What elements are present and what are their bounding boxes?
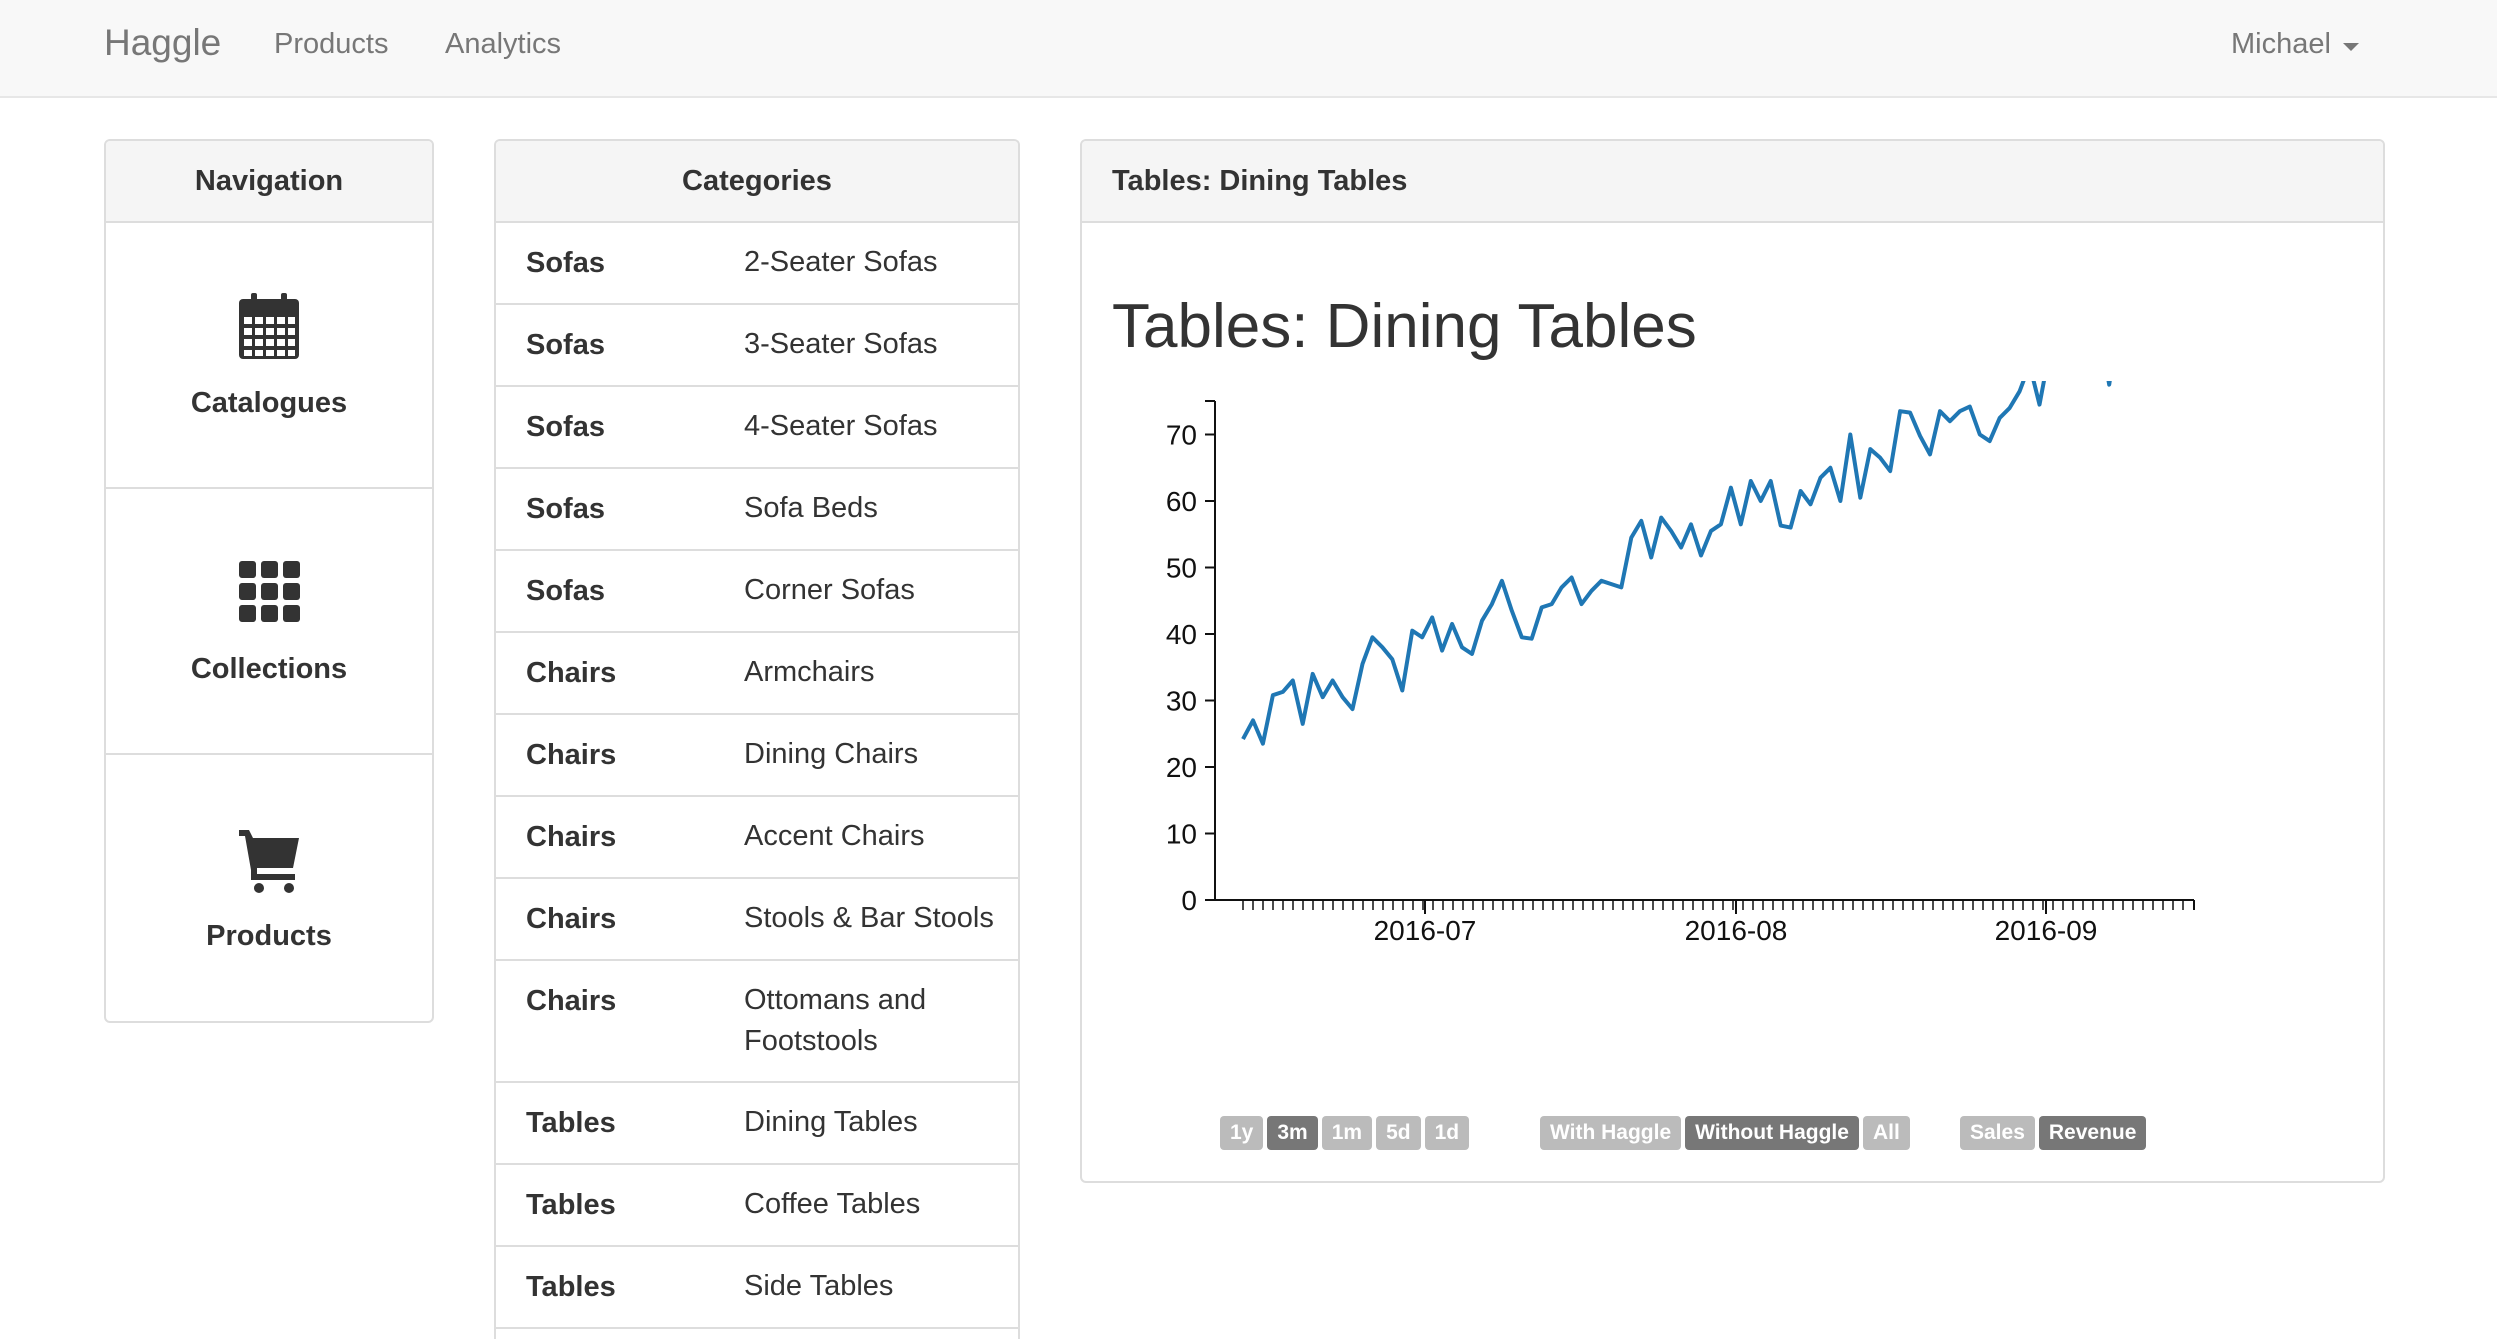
range-button-3m[interactable]: 3m bbox=[1267, 1116, 1318, 1150]
category-group: Chairs bbox=[526, 985, 617, 1017]
range-button-1d[interactable]: 1d bbox=[1424, 1116, 1470, 1150]
category-row[interactable]: Sofas Corner Sofas bbox=[496, 551, 1018, 633]
category-row[interactable]: Tables Dining Tables bbox=[496, 1083, 1018, 1165]
shopping-cart-icon bbox=[239, 829, 299, 893]
categories-list: Sofas 2-Seater Sofas Sofas 3-Seater Sofas … bbox=[496, 223, 1018, 1329]
category-row[interactable]: Chairs Accent Chairs bbox=[496, 797, 1018, 879]
category-name: 3-Seater Sofas bbox=[744, 328, 938, 360]
range-button-group: 1y 3m 1m 5d 1d bbox=[1220, 1116, 1470, 1150]
chart-title: Tables: Dining Tables bbox=[1112, 292, 1697, 361]
nav-item-label: Collections bbox=[190, 652, 348, 685]
category-row[interactable]: Sofas 4-Seater Sofas bbox=[496, 387, 1018, 469]
category-row[interactable]: Chairs Stools & Bar Stools bbox=[496, 879, 1018, 961]
category-group: Sofas bbox=[526, 247, 605, 279]
chart-panel-heading: Tables: Dining Tables bbox=[1082, 141, 2383, 223]
mode-button-without-haggle[interactable]: Without Haggle bbox=[1685, 1116, 1859, 1150]
categories-panel: Categories Sofas 2-Seater Sofas Sofas 3-Se… bbox=[494, 139, 1020, 1339]
nav-item-catalogues[interactable]: Catalogues bbox=[106, 223, 432, 489]
category-row[interactable]: Chairs Dining Chairs bbox=[496, 715, 1018, 797]
grid-icon bbox=[239, 560, 300, 622]
caret-down-icon bbox=[2342, 42, 2359, 51]
category-group: Tables bbox=[526, 1107, 616, 1139]
category-name: Side Tables bbox=[744, 1270, 894, 1302]
category-name: 2-Seater Sofas bbox=[744, 246, 938, 278]
y-tick-label: 40 bbox=[1166, 619, 1197, 650]
top-navbar: Haggle Products Analytics Michael bbox=[0, 0, 2497, 98]
mode-button-group: With Haggle Without Haggle All bbox=[1540, 1116, 1910, 1150]
category-row[interactable]: Sofas 3-Seater Sofas bbox=[496, 305, 1018, 387]
category-name: Corner Sofas bbox=[744, 574, 915, 606]
category-name: Dining Tables bbox=[744, 1106, 918, 1138]
category-name: Stools & Bar Stools bbox=[744, 902, 994, 934]
range-button-1y[interactable]: 1y bbox=[1220, 1116, 1264, 1150]
category-row[interactable]: Chairs Ottomans and Footstools bbox=[496, 961, 1018, 1083]
category-name: Accent Chairs bbox=[744, 820, 925, 852]
chart-panel: Tables: Dining Tables Tables: Dining Tab… bbox=[1080, 139, 2385, 1183]
mode-button-all[interactable]: All bbox=[1862, 1116, 1910, 1150]
y-tick-label: 50 bbox=[1166, 553, 1197, 584]
category-group: Chairs bbox=[526, 657, 617, 689]
category-row[interactable]: Tables Side Tables bbox=[496, 1247, 1018, 1329]
nav-link-products[interactable]: Products bbox=[274, 28, 388, 61]
y-tick-label: 70 bbox=[1166, 420, 1197, 451]
category-group: Sofas bbox=[526, 411, 605, 443]
category-row[interactable]: Sofas 2-Seater Sofas bbox=[496, 223, 1018, 305]
x-tick-label: 2016-08 bbox=[1685, 915, 1788, 946]
x-tick-label: 2016-09 bbox=[1995, 915, 2098, 946]
category-name: Coffee Tables bbox=[744, 1188, 921, 1220]
category-group: Tables bbox=[526, 1189, 616, 1221]
category-row[interactable]: Tables Coffee Tables bbox=[496, 1165, 1018, 1247]
category-name: Dining Chairs bbox=[744, 738, 919, 770]
nav-item-products[interactable]: Products bbox=[106, 755, 432, 1021]
category-group: Tables bbox=[526, 1271, 616, 1303]
series-line bbox=[1241, 381, 2112, 746]
x-axis: 2016-07 2016-08 2016-09 bbox=[1215, 899, 2195, 946]
calendar-icon bbox=[239, 292, 299, 359]
y-tick-label: 10 bbox=[1166, 819, 1197, 850]
metric-button-group: Sales Revenue bbox=[1960, 1116, 2147, 1150]
range-button-5d[interactable]: 5d bbox=[1376, 1116, 1421, 1150]
y-tick-label: 60 bbox=[1166, 486, 1197, 517]
range-button-1m[interactable]: 1m bbox=[1321, 1116, 1373, 1150]
metric-button-sales[interactable]: Sales bbox=[1960, 1116, 2035, 1150]
x-tick-label: 2016-07 bbox=[1374, 915, 1477, 946]
y-axis: 0 10 20 30 40 50 60 70 80 bbox=[1166, 381, 1216, 916]
category-name: Armchairs bbox=[744, 656, 875, 688]
user-menu[interactable]: Michael bbox=[2231, 28, 2359, 61]
category-name: Sofa Beds bbox=[744, 492, 878, 524]
y-tick-label: 30 bbox=[1166, 686, 1197, 717]
y-tick-label: 20 bbox=[1166, 752, 1197, 783]
nav-item-label: Products bbox=[206, 919, 332, 952]
nav-item-label: Catalogues bbox=[190, 386, 348, 419]
category-group: Sofas bbox=[526, 493, 605, 525]
category-name: 4-Seater Sofas bbox=[744, 410, 938, 442]
category-row[interactable]: Chairs Armchairs bbox=[496, 633, 1018, 715]
nav-item-collections[interactable]: Collections bbox=[106, 489, 432, 755]
line-chart: 0 10 20 30 40 50 60 70 80 2016-07 2016-08 2016-09 bbox=[1166, 381, 2195, 946]
categories-heading: Categories bbox=[496, 141, 1018, 223]
mode-button-with-haggle[interactable]: With Haggle bbox=[1540, 1116, 1682, 1150]
category-group: Sofas bbox=[526, 575, 605, 607]
y-tick-label: 80 bbox=[1166, 381, 1197, 384]
category-group: Sofas bbox=[526, 329, 605, 361]
nav-link-analytics[interactable]: Analytics bbox=[445, 28, 561, 61]
category-group: Chairs bbox=[526, 821, 617, 853]
metric-button-revenue[interactable]: Revenue bbox=[2038, 1116, 2147, 1150]
navigation-heading: Navigation bbox=[106, 141, 432, 223]
category-row[interactable]: Sofas Sofa Beds bbox=[496, 469, 1018, 551]
y-tick-label: 0 bbox=[1181, 885, 1197, 916]
user-name: Michael bbox=[2231, 28, 2331, 60]
brand-logo[interactable]: Haggle bbox=[104, 22, 221, 64]
category-group: Chairs bbox=[526, 903, 617, 935]
category-group: Chairs bbox=[526, 739, 617, 771]
navigation-panel: Navigation Catalogues Collections Produc… bbox=[104, 139, 434, 1023]
category-name: Ottomans and Footstools bbox=[744, 984, 927, 1057]
